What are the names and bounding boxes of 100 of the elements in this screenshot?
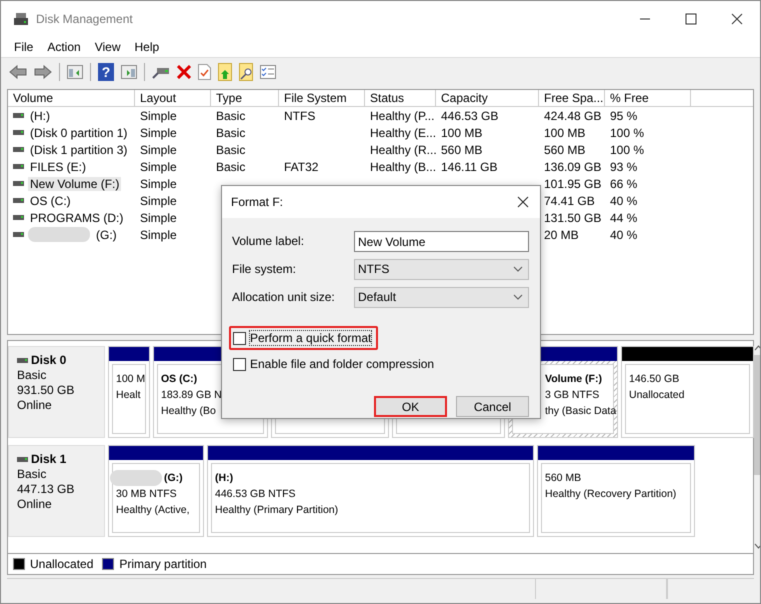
table-cell: 424.48 GB (544, 108, 602, 122)
dialog-button[interactable]: Cancel (456, 396, 529, 417)
table-cell: Healthy (E... (370, 126, 436, 140)
drive-icon (13, 181, 24, 186)
partition-label: (G:) (164, 471, 183, 486)
table-cell: Simple (140, 194, 177, 208)
drive-icon (17, 457, 28, 462)
disk-size: 931.50 GB (17, 383, 76, 398)
partition-status: Healthy (Recovery Partition) (545, 487, 676, 502)
partition-block[interactable]: (H:) 446.53 GB NTFS Healthy (Primary Partition) (208, 460, 533, 536)
volume-name[interactable]: (Disk 1 partition 3) (28, 142, 130, 156)
dialog-button[interactable]: OK (374, 396, 447, 417)
menu-item[interactable]: Action (40, 40, 88, 54)
table-cell: Simple (140, 160, 177, 174)
disk-drive-icon (13, 12, 29, 26)
partition-block[interactable]: 100 M Healt (109, 361, 149, 437)
search-icon[interactable] (239, 63, 253, 81)
table-cell: 44 % (610, 210, 638, 224)
partition-header-bar (109, 347, 149, 361)
partition-block[interactable]: 560 MB Healthy (Recovery Partition) (538, 460, 694, 536)
panel-icon[interactable] (67, 65, 83, 79)
field-label: File system: (232, 262, 298, 276)
table-cell: 40 % (610, 228, 638, 242)
table-cell: Basic (216, 108, 246, 122)
table-cell: 100 MB (544, 126, 586, 140)
table-cell: FAT32 (284, 160, 318, 174)
partition-status: Healthy (Primary Partition) (215, 503, 338, 518)
column-header[interactable]: Capacity (436, 90, 539, 107)
help-icon[interactable]: ? (98, 63, 114, 81)
column-header[interactable]: Volume (8, 90, 135, 107)
table-cell: Simple (140, 210, 177, 224)
delete-icon[interactable] (177, 65, 191, 79)
table-cell: Basic (216, 126, 246, 140)
dropdown[interactable]: NTFS (354, 258, 529, 280)
column-header[interactable]: Layout (135, 90, 211, 107)
volume-name[interactable]: FILES (E:) (28, 160, 88, 174)
table-cell: 560 MB (544, 142, 586, 156)
volume-label-field[interactable]: New Volume (354, 230, 529, 252)
partition-size: 3 GB NTFS (545, 388, 600, 403)
partition-status: thy (Basic Data (545, 404, 616, 419)
table-cell: Healthy (R... (370, 142, 437, 156)
dropdown[interactable]: Default (354, 286, 529, 308)
column-header[interactable]: File System (279, 90, 365, 107)
partition-status: Unallocated (629, 388, 684, 403)
column-header[interactable]: Type (211, 90, 279, 107)
drive-icon (13, 130, 24, 135)
legend-label: Unallocated (30, 557, 94, 571)
table-cell: 136.09 GB (544, 160, 602, 174)
close-icon[interactable] (731, 13, 743, 25)
table-cell: 100 % (610, 126, 644, 140)
maximize-icon[interactable] (685, 13, 697, 25)
table-cell: 560 MB (441, 142, 482, 156)
chevron-down-icon (513, 266, 523, 272)
field-label: Allocation unit size: (232, 290, 336, 304)
disk-name: Disk 1 (31, 452, 66, 467)
connect-drive-icon[interactable] (152, 65, 170, 79)
table-cell: 40 % (610, 194, 638, 208)
forward-arrow-icon[interactable] (34, 65, 52, 79)
column-header[interactable]: Status (365, 90, 436, 107)
table-cell: Healthy (B... (370, 160, 436, 174)
disk-name: Disk 0 (31, 353, 66, 368)
disk-size: 447.13 GB (17, 482, 76, 497)
table-cell: 74.41 GB (544, 194, 595, 208)
chevron-down-icon (513, 294, 523, 300)
menu-item[interactable]: File (7, 40, 40, 54)
checklist-icon[interactable] (260, 65, 276, 79)
close-icon[interactable] (517, 196, 529, 208)
menu-item[interactable]: Help (128, 40, 166, 54)
partition-size: 30 MB NTFS (116, 487, 177, 502)
back-arrow-icon[interactable] (9, 65, 27, 79)
checkbox-label[interactable]: Perform a quick format (249, 330, 372, 346)
column-header[interactable]: Free Spa... (539, 90, 605, 107)
drive-icon (13, 215, 24, 220)
volume-name[interactable]: (G:) (94, 228, 119, 242)
table-cell: 93 % (610, 160, 638, 174)
volume-name[interactable]: OS (C:) (28, 194, 73, 208)
disk-type: Basic (17, 467, 48, 482)
volume-name[interactable]: New Volume (F:) (28, 176, 122, 190)
partition-block[interactable]: (G:) 30 MB NTFS Healthy (Active, (109, 460, 203, 536)
table-cell: Healthy (P... (370, 108, 434, 122)
checkbox[interactable] (233, 332, 246, 344)
menu-item[interactable]: View (88, 40, 128, 54)
volume-name[interactable]: (H:) (28, 108, 52, 122)
table-cell: Simple (140, 228, 177, 242)
disk-type: Basic (17, 368, 48, 383)
volume-name[interactable]: (Disk 0 partition 1) (28, 126, 130, 140)
drive-icon (13, 232, 24, 237)
column-header[interactable]: % Free (605, 90, 691, 107)
volume-name[interactable]: PROGRAMS (D:) (28, 210, 126, 224)
panel-icon[interactable] (121, 65, 137, 79)
table-cell: 20 MB (544, 228, 579, 242)
partition-size: 183.89 GB N (161, 388, 222, 403)
partition-status: Healthy (Bo (161, 404, 216, 419)
table-cell: 446.53 GB (441, 108, 498, 122)
table-cell: 101.95 GB (544, 176, 602, 190)
table-cell: Basic (216, 142, 246, 156)
checked-document-icon[interactable] (198, 64, 211, 80)
checkbox[interactable] (233, 358, 246, 370)
table-cell: 66 % (610, 176, 638, 190)
partition-block[interactable]: 146.50 GB Unallocated (622, 361, 753, 437)
